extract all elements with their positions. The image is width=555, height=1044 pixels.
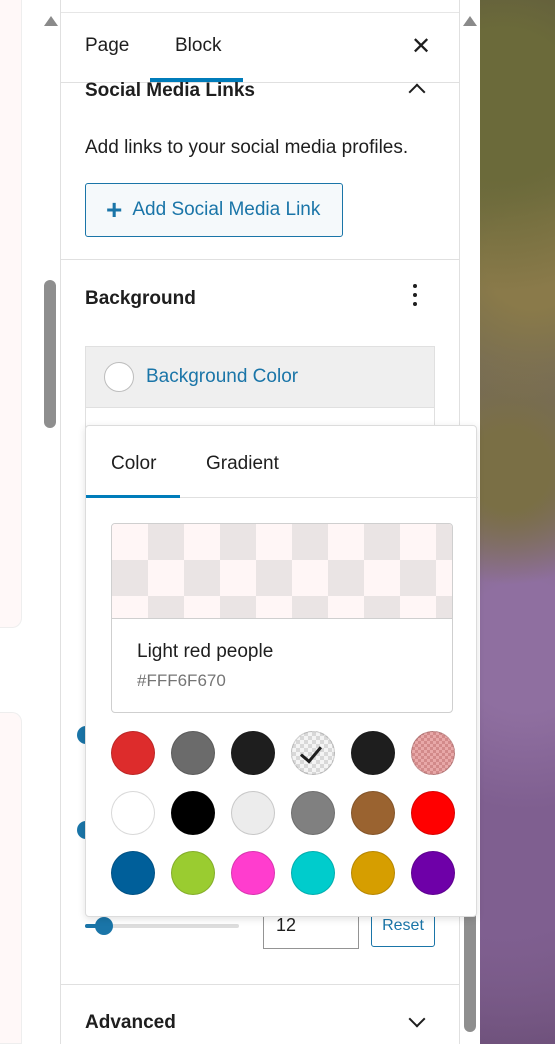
color-swatch-purple[interactable] [411,851,455,895]
color-swatch-blue[interactable] [111,851,155,895]
background-title: Background [85,288,196,309]
add-social-media-link-button[interactable]: + Add Social Media Link [85,183,343,237]
color-swatch-gold[interactable] [351,851,395,895]
color-indicator [104,362,134,392]
plus-icon: + [106,194,123,225]
color-swatch-light-gray[interactable] [231,791,275,835]
editor-canvas-strip [0,0,42,1044]
color-hex-value: #FFF6F670 [137,671,226,690]
size-slider-thumb[interactable] [95,917,113,935]
scroll-up-arrow-icon[interactable] [44,16,58,26]
color-swatch-transparent-selected[interactable] [291,731,335,775]
color-swatch-gray[interactable] [291,791,335,835]
social-help-text: Add links to your social media profiles. [85,137,409,158]
color-preview-swatch [112,524,452,619]
sidebar-tabs: Page Block ✕ [61,13,459,83]
checkmark-icon [299,740,323,764]
chevron-down-icon[interactable] [408,1010,426,1028]
color-swatch-magenta[interactable] [231,851,275,895]
tab-gradient[interactable]: Gradient [206,453,279,475]
color-swatch-white[interactable] [111,791,155,835]
close-icon[interactable]: ✕ [411,35,431,59]
tab-page[interactable]: Page [85,35,129,57]
color-swatch-lime-green[interactable] [171,851,215,895]
section-divider [61,984,459,985]
tab-color[interactable]: Color [111,453,156,475]
color-picker-tabs: Color Gradient [86,426,478,498]
chevron-up-icon[interactable] [408,83,426,101]
canvas-background-image [480,0,555,1044]
background-color-item[interactable]: Background Color [85,346,435,408]
color-swatch-black[interactable] [171,791,215,835]
color-swatch-near-black-2[interactable] [351,731,395,775]
color-palette [111,731,455,895]
color-swatch-brown[interactable] [351,791,395,835]
background-color-label: Background Color [146,366,299,387]
active-tab-indicator [86,495,180,498]
color-swatch-bright-red[interactable] [411,791,455,835]
editor-block-card [0,712,22,1044]
editor-scrollbar[interactable] [42,0,60,1044]
color-picker-popover: Color Gradient Light red people #FFF6F67… [85,425,478,917]
scroll-up-arrow-icon[interactable] [463,16,477,26]
social-media-links-title[interactable]: Social Media Links [85,80,255,102]
editor-block-card [0,0,22,628]
color-swatch-dark-gray[interactable] [171,731,215,775]
color-swatch-red[interactable] [111,731,155,775]
add-social-media-link-label: Add Social Media Link [132,199,321,220]
editor-scrollbar-thumb[interactable] [44,280,56,428]
color-preview[interactable]: Light red people #FFF6F670 [111,523,453,713]
color-name: Light red people [137,641,274,662]
color-swatch-pink-transparent[interactable] [411,731,455,775]
tab-block[interactable]: Block [175,35,221,57]
color-swatch-near-black[interactable] [231,731,275,775]
color-swatch-cyan[interactable] [291,851,335,895]
advanced-title[interactable]: Advanced [85,1012,176,1034]
section-divider [61,259,459,260]
more-options-icon[interactable] [413,284,419,306]
